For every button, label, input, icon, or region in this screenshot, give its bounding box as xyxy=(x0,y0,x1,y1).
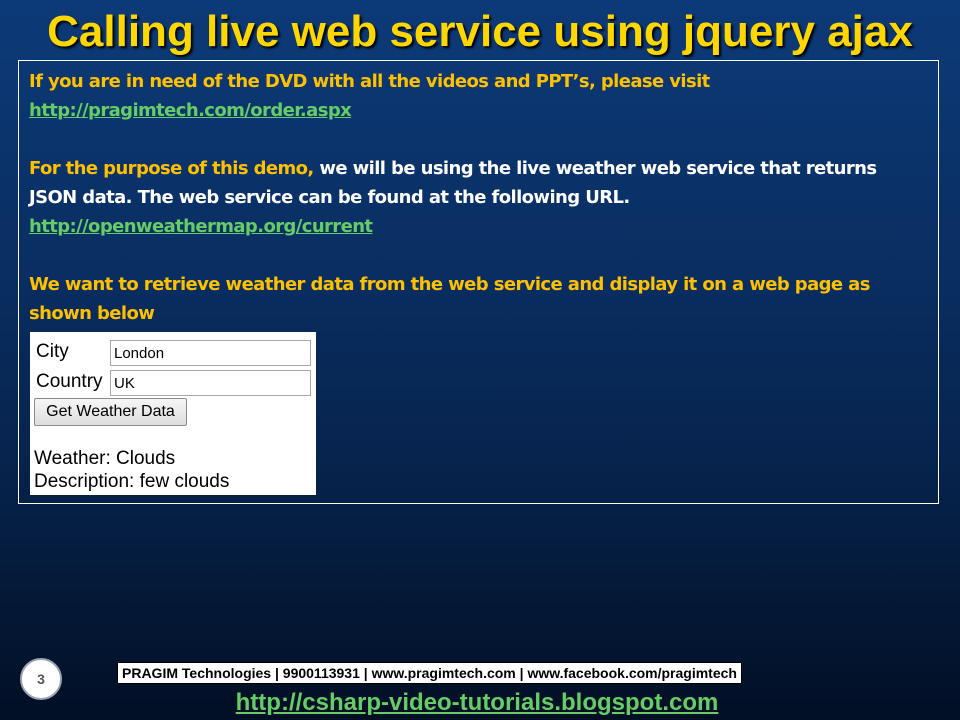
country-label: Country xyxy=(36,371,103,392)
demo-purpose-rest: we will be using the live weather web se… xyxy=(313,158,877,179)
goal-text-line1: We want to retrieve weather data from th… xyxy=(29,274,870,295)
goal-text-line2: shown below xyxy=(29,303,155,324)
footer-blog-link[interactable]: http://csharp-video-tutorials.blogspot.c… xyxy=(0,689,954,717)
weather-demo-panel: City Country Get Weather Data Weather: C… xyxy=(30,332,316,495)
description-result: Description: few clouds xyxy=(34,471,230,492)
country-input[interactable] xyxy=(110,370,311,396)
footer-company-info: PRAGIM Technologies | 9900113931 | www.p… xyxy=(117,662,742,684)
city-input[interactable] xyxy=(110,340,311,366)
weather-result: Weather: Clouds xyxy=(34,448,176,469)
demo-purpose-line2: JSON data. The web service can be found … xyxy=(29,187,630,208)
order-link[interactable]: http://pragimtech.com/order.aspx xyxy=(29,100,352,121)
get-weather-data-button[interactable]: Get Weather Data xyxy=(34,398,187,426)
demo-purpose-text: For the purpose of this demo, we will be… xyxy=(29,154,928,183)
weather-service-link[interactable]: http://openweathermap.org/current xyxy=(29,216,373,237)
slide-title: Calling live web service using jquery aj… xyxy=(47,7,913,56)
dvd-info-text: If you are in need of the DVD with all t… xyxy=(29,71,710,92)
city-label: City xyxy=(36,341,69,362)
demo-purpose-intro: For the purpose of this demo, xyxy=(29,158,314,179)
content-box: If you are in need of the DVD with all t… xyxy=(18,60,939,504)
